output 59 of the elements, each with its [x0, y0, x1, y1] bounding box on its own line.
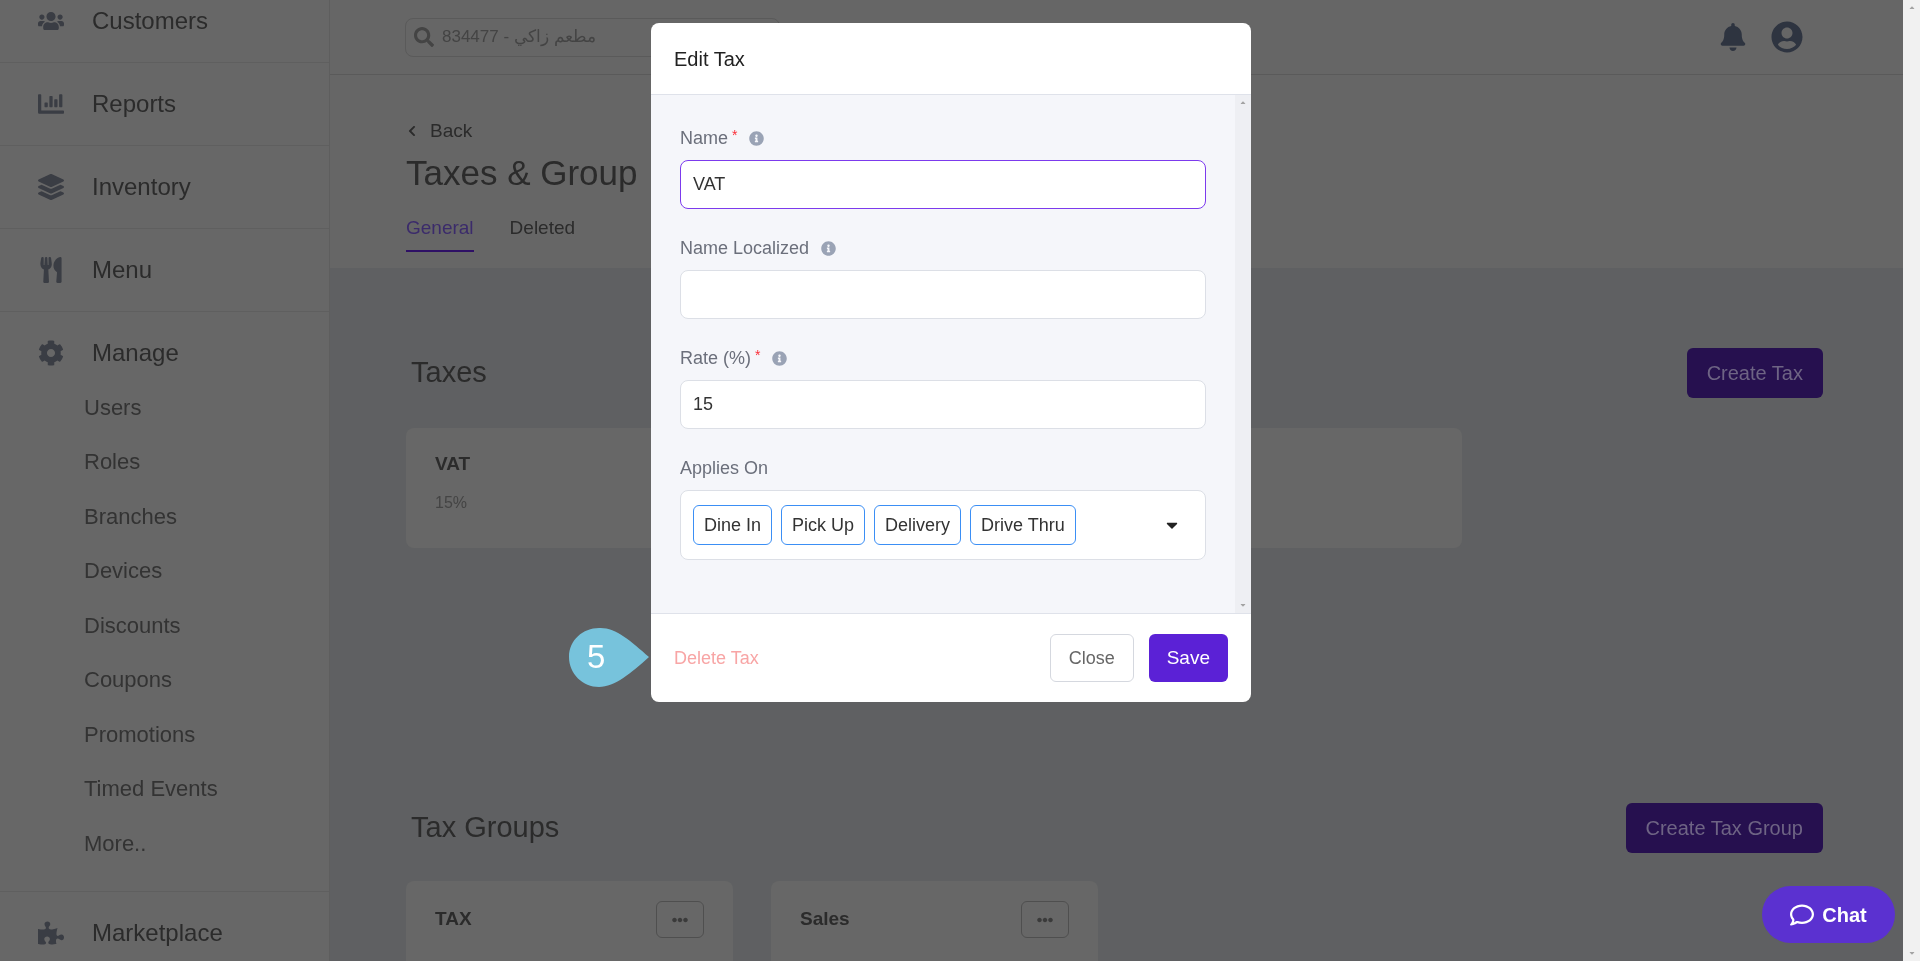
scroll-up-icon[interactable] [1907, 4, 1916, 12]
tax-group-card[interactable]: TAX [406, 881, 733, 961]
info-icon[interactable] [749, 131, 765, 146]
search-icon [414, 27, 434, 47]
sidebar-item[interactable]: Customers [0, 0, 329, 62]
chevron-left-icon [406, 125, 418, 138]
sidebar-item[interactable]: Menu [0, 229, 329, 311]
chat-button[interactable]: Chat [1762, 886, 1895, 943]
tag: Drive Thru [970, 505, 1076, 545]
sidebar-item[interactable]: Inventory [0, 146, 329, 228]
step-callout: 5 [569, 627, 649, 688]
back-link[interactable]: Back [406, 117, 473, 146]
input-field[interactable]: VAT [680, 160, 1206, 209]
input-field[interactable]: 15 [680, 380, 1206, 429]
sidebar-item[interactable]: Reports [0, 63, 329, 145]
field-label: Name Localized [680, 237, 810, 260]
tax-name: VAT [435, 452, 471, 476]
info-icon[interactable] [772, 351, 788, 366]
section-title: Tax Groups [411, 810, 560, 846]
field-label: Name [680, 127, 728, 150]
bell-icon[interactable] [1719, 23, 1747, 51]
required-mark: * [732, 126, 738, 145]
settings-icon [38, 340, 64, 366]
tag: Delivery [874, 505, 962, 545]
input-field[interactable] [680, 270, 1206, 319]
select-field[interactable]: Dine In Pick Up Delivery Drive Thru [680, 490, 1206, 560]
scroll-down-icon[interactable] [1907, 949, 1916, 957]
puzzle-icon [38, 919, 64, 946]
layers-icon [38, 174, 64, 200]
delete-link[interactable]: Delete Tax [674, 644, 759, 672]
required-mark: * [755, 346, 761, 365]
page-title: Taxes & Group [406, 151, 638, 194]
create-tax-group-button[interactable]: Create Tax Group [1625, 803, 1823, 853]
field-label: Applies On [680, 457, 769, 480]
tax-group-card[interactable]: Sales [771, 881, 1098, 961]
close-button[interactable]: Close [1049, 634, 1134, 682]
field-label: Rate (%) [680, 347, 751, 370]
modal-scrollbar[interactable] [1235, 95, 1251, 613]
scroll-up-icon[interactable] [1239, 99, 1247, 107]
page-scrollbar[interactable] [1903, 0, 1920, 961]
bar-chart-icon [38, 91, 64, 117]
chat-bubble-icon [1790, 902, 1815, 927]
tab[interactable]: Deleted [509, 213, 576, 252]
create-tax-button[interactable]: Create Tax [1686, 348, 1823, 398]
user-icon[interactable] [1771, 21, 1803, 53]
scroll-down-icon[interactable] [1239, 601, 1247, 609]
tab[interactable]: General [406, 213, 474, 252]
save-button[interactable]: Save [1148, 634, 1228, 682]
sidebar-item[interactable]: Manage [0, 312, 329, 394]
tag: Pick Up [781, 505, 866, 545]
more-button[interactable] [656, 901, 704, 938]
tax-group-name: Sales [800, 907, 850, 931]
more-button[interactable] [1021, 901, 1069, 938]
tag: Dine In [693, 505, 773, 545]
sidebar-item[interactable]: Marketplace [0, 891, 329, 961]
info-icon[interactable] [821, 241, 837, 256]
section-title: Taxes [411, 355, 487, 391]
tax-group-name: TAX [435, 907, 472, 931]
fork-knife-icon [38, 257, 64, 283]
